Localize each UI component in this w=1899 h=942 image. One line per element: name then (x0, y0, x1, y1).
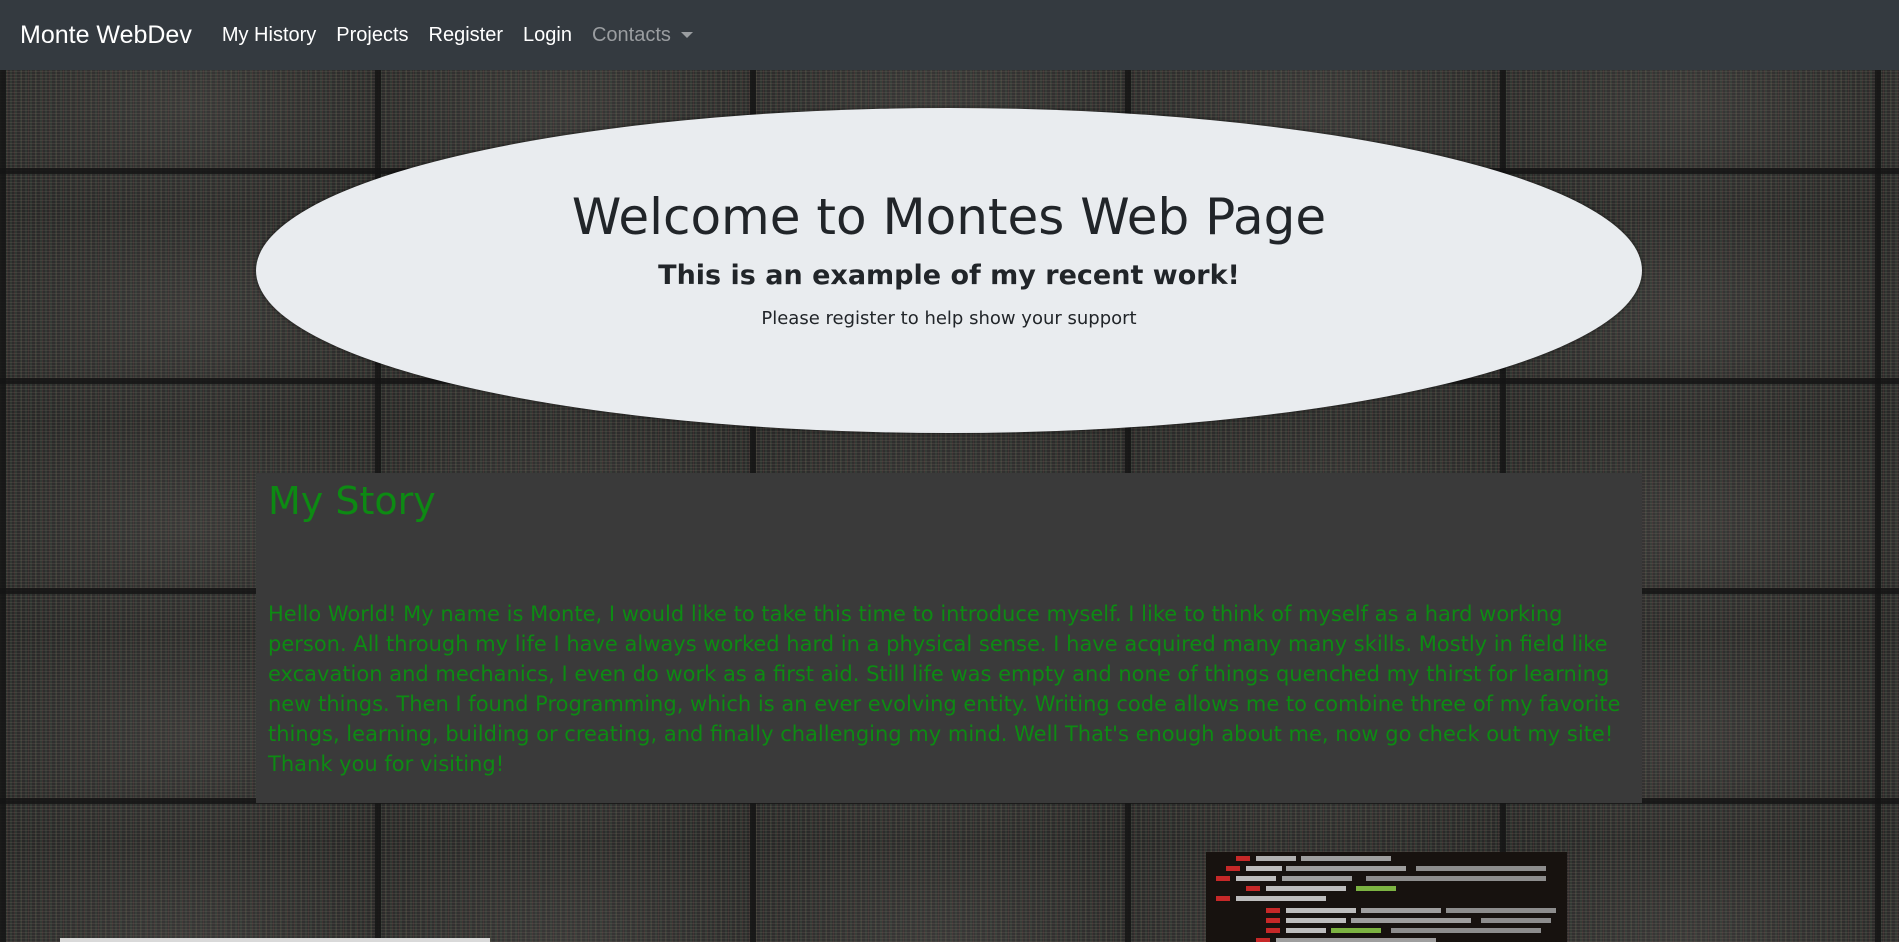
code-screenshot-graphic (1206, 852, 1567, 942)
nav-link-login[interactable]: Login (523, 24, 572, 47)
story-title: My Story (268, 479, 436, 523)
hero-jumbotron: Welcome to Montes Web Page This is an ex… (256, 108, 1642, 433)
nav-link-projects[interactable]: Projects (336, 24, 408, 47)
hero-text: Please register to help show your suppor… (761, 308, 1137, 329)
nav-dropdown-contacts[interactable]: Contacts (592, 24, 693, 47)
brand-link[interactable]: Monte WebDev (20, 21, 192, 50)
story-panel: My Story Hello World! My name is Monte, … (256, 473, 1642, 803)
nav-link-my-history[interactable]: My History (222, 24, 316, 47)
hero-title: Welcome to Montes Web Page (571, 188, 1327, 246)
footer-divider (60, 938, 490, 942)
chevron-down-icon (680, 32, 693, 38)
hero-subtitle: This is an example of my recent work! (658, 260, 1240, 291)
story-text: Hello World! My name is Monte, I would l… (268, 602, 1621, 776)
nav-dropdown-contacts-label: Contacts (591, 23, 671, 46)
navbar: Monte WebDev My History Projects Registe… (0, 0, 1899, 70)
code-screenshot-image (1206, 852, 1567, 942)
nav-link-register[interactable]: Register (429, 24, 503, 47)
